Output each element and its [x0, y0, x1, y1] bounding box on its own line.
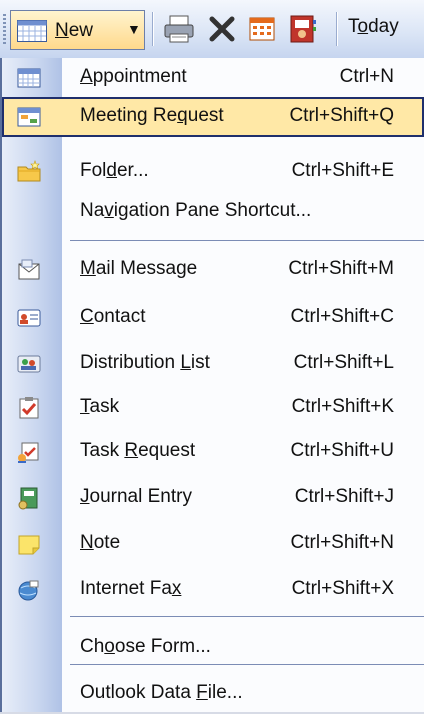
note-icon — [18, 535, 40, 555]
menu-item-label: Choose Form... — [80, 636, 211, 657]
menu-item-shortcut: Ctrl+Shift+C — [290, 306, 394, 327]
toolbar-separator — [336, 12, 337, 46]
delete-icon[interactable] — [205, 12, 239, 46]
appointment-icon — [17, 68, 41, 88]
address-book-icon[interactable] — [285, 12, 319, 46]
menu-item-contact[interactable]: Contact Ctrl+Shift+C — [2, 298, 424, 338]
new-button-label: New — [55, 20, 94, 41]
today-prefix: T — [348, 16, 358, 37]
menu-item-shortcut: Ctrl+Shift+J — [294, 486, 394, 507]
meeting-request-icon — [17, 107, 41, 127]
menu-item-appointment[interactable]: Appointment Ctrl+N — [2, 58, 424, 98]
new-item-menu: Appointment Ctrl+N Meeting Request Ctrl+Shi… — [0, 58, 424, 712]
menu-item-label: Journal Entry — [80, 486, 192, 507]
contact-icon — [17, 309, 41, 327]
menu-item-task-request[interactable]: Task Request Ctrl+Shift+U — [2, 432, 424, 472]
toolbar: New ▼ Today — [0, 0, 424, 59]
menu-item-task[interactable]: Task Ctrl+Shift+K — [2, 388, 424, 428]
menu-item-label: Distribution List — [80, 352, 210, 373]
menu-item-shortcut: Ctrl+Shift+N — [290, 532, 394, 553]
distribution-list-icon — [17, 355, 41, 373]
menu-item-label: Appointment — [80, 66, 187, 87]
menu-item-shortcut: Ctrl+Shift+L — [293, 352, 394, 373]
today-button[interactable]: Today — [348, 16, 399, 38]
menu-item-shortcut: Ctrl+Shift+U — [290, 440, 394, 461]
menu-item-label: Task Request — [80, 440, 196, 461]
menu-separator — [70, 240, 424, 241]
menu-item-label: Outlook Data File... — [80, 682, 243, 703]
toolbar-grip[interactable] — [3, 14, 6, 44]
folder-icon — [17, 160, 41, 182]
internet-fax-icon — [18, 580, 39, 601]
menu-item-label: Task — [80, 396, 120, 417]
menu-item-label: Internet Fax — [80, 578, 182, 599]
menu-item-label: Meeting Request — [80, 105, 224, 126]
menu-item-meeting-request[interactable]: Meeting Request Ctrl+Shift+Q — [2, 97, 424, 137]
calendar-icon[interactable] — [245, 12, 279, 46]
journal-entry-icon — [18, 487, 38, 510]
menu-item-shortcut: Ctrl+Shift+K — [291, 396, 394, 417]
menu-item-distribution-list[interactable]: Distribution List Ctrl+Shift+L — [2, 344, 424, 384]
print-icon[interactable] — [162, 12, 196, 46]
calendar-grid-icon — [17, 20, 47, 42]
today-access-key: o — [357, 16, 369, 37]
menu-item-shortcut: Ctrl+Shift+E — [291, 160, 394, 181]
mail-message-icon — [18, 259, 40, 280]
menu-item-shortcut: Ctrl+N — [339, 66, 394, 87]
menu-item-label: Note — [80, 532, 121, 553]
menu-item-shortcut: Ctrl+Shift+X — [291, 578, 394, 599]
menu-separator — [70, 664, 424, 665]
menu-item-internet-fax[interactable]: Internet Fax Ctrl+Shift+X — [2, 570, 424, 610]
menu-item-journal-entry[interactable]: Journal Entry Ctrl+Shift+J — [2, 478, 424, 518]
new-button[interactable]: New ▼ — [10, 10, 145, 50]
menu-item-outlook-data-file[interactable]: Outlook Data File... — [2, 674, 424, 714]
menu-item-label: Contact — [80, 306, 146, 327]
today-suffix: day — [368, 16, 399, 37]
menu-item-label: Mail Message — [80, 258, 198, 279]
menu-item-navigation-pane-shortcut[interactable]: Navigation Pane Shortcut... — [2, 192, 424, 232]
chevron-down-icon[interactable]: ▼ — [127, 21, 141, 37]
menu-separator — [70, 616, 424, 617]
menu-item-choose-form[interactable]: Choose Form... — [2, 628, 424, 668]
menu-item-label: Navigation Pane Shortcut... — [80, 200, 312, 221]
task-icon — [19, 397, 39, 419]
task-request-icon — [18, 442, 39, 463]
menu-item-shortcut: Ctrl+Shift+Q — [289, 105, 394, 126]
menu-item-label: Folder... — [80, 160, 149, 181]
menu-item-mail-message[interactable]: Mail Message Ctrl+Shift+M — [2, 250, 424, 290]
menu-item-shortcut: Ctrl+Shift+M — [288, 258, 394, 279]
toolbar-separator — [152, 12, 153, 46]
menu-item-folder[interactable]: Folder... Ctrl+Shift+E — [2, 152, 424, 192]
menu-item-note[interactable]: Note Ctrl+Shift+N — [2, 524, 424, 564]
